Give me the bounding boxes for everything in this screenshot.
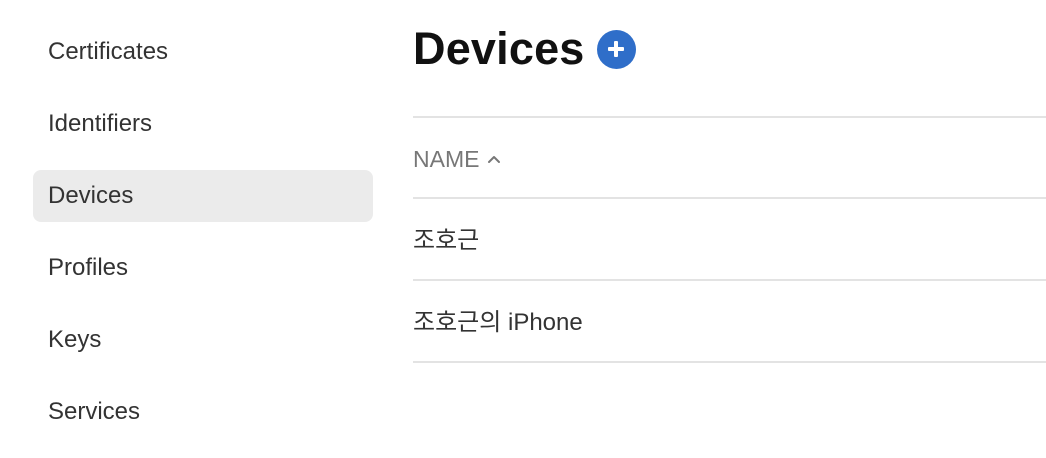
plus-circle-icon xyxy=(608,41,625,57)
column-header-name[interactable]: NAME xyxy=(413,142,501,176)
sidebar: Certificates Identifiers Devices Profile… xyxy=(33,26,373,458)
device-name[interactable]: 조호근 xyxy=(413,227,479,254)
sidebar-item-label: Services xyxy=(48,398,141,425)
sidebar-item-label: Devices xyxy=(48,182,134,209)
add-device-button[interactable] xyxy=(596,29,636,69)
column-header-label: NAME xyxy=(413,145,480,172)
table-row[interactable]: 조호근 xyxy=(413,224,479,258)
sidebar-item-label: Profiles xyxy=(48,254,129,281)
table-row[interactable]: 조호근의 iPhone xyxy=(413,306,583,340)
divider xyxy=(413,116,1046,118)
divider xyxy=(413,361,1046,363)
sidebar-item-label: Keys xyxy=(48,326,102,353)
sidebar-item-profiles[interactable]: Profiles xyxy=(33,242,373,294)
device-name[interactable]: 조호근의 iPhone xyxy=(413,309,583,336)
page-title: Devices xyxy=(413,23,585,74)
page-header: Devices xyxy=(413,22,636,76)
sidebar-item-services[interactable]: Services xyxy=(33,386,373,438)
sidebar-item-keys[interactable]: Keys xyxy=(33,314,373,366)
sidebar-item-certificates[interactable]: Certificates xyxy=(33,26,373,78)
sidebar-item-identifiers[interactable]: Identifiers xyxy=(33,98,373,150)
sidebar-item-label: Identifiers xyxy=(48,110,153,137)
sidebar-item-label: Certificates xyxy=(48,38,169,65)
divider xyxy=(413,197,1046,199)
sidebar-item-devices[interactable]: Devices xyxy=(33,170,373,222)
chevron-up-icon xyxy=(487,154,501,164)
divider xyxy=(413,279,1046,281)
